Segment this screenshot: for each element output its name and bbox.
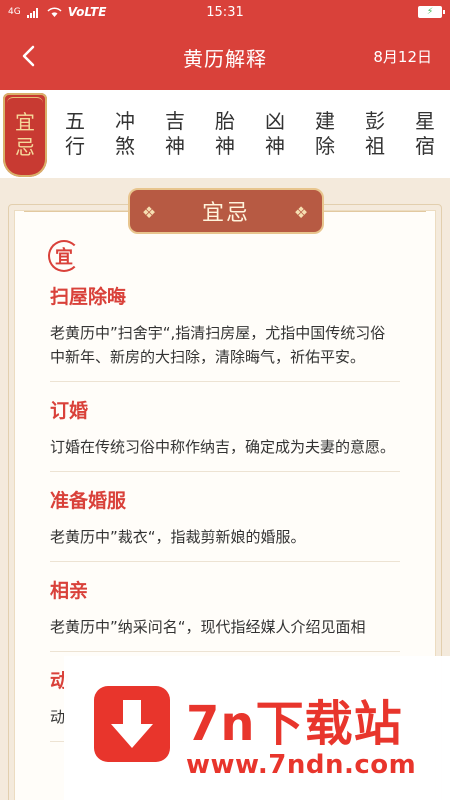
volte-label: VoLTE bbox=[67, 5, 107, 19]
tab-0[interactable]: 宜忌 bbox=[3, 93, 47, 177]
banner-line-left bbox=[24, 211, 128, 212]
chevron-left-icon bbox=[22, 45, 35, 67]
header: 黄历解释 8月12日 bbox=[0, 24, 450, 90]
ornament-icon: ❖ bbox=[141, 202, 159, 222]
watermark-logo-icon bbox=[94, 686, 170, 762]
watermark-url: www.7ndn.com bbox=[186, 750, 417, 780]
battery-icon: ⚡ bbox=[418, 6, 445, 18]
signal-icon: 4G bbox=[8, 7, 21, 17]
list-item: 准备婚服老黄历中”裁衣“，指裁剪新娘的婚服。 bbox=[50, 486, 400, 562]
tab-2[interactable]: 冲煞 bbox=[100, 90, 150, 178]
tab-char: 神 bbox=[265, 134, 285, 158]
tab-char: 除 bbox=[315, 134, 335, 158]
tab-char: 神 bbox=[165, 134, 185, 158]
signal-bars-icon bbox=[26, 7, 38, 18]
tab-7[interactable]: 彭祖 bbox=[350, 90, 400, 178]
tab-char: 宜 bbox=[15, 110, 35, 134]
entry-text: 订婚在传统习俗中称作纳吉，确定成为夫妻的意愿。 bbox=[50, 438, 396, 456]
tab-char: 彭 bbox=[365, 109, 385, 133]
tab-char: 行 bbox=[65, 134, 85, 158]
tab-char: 冲 bbox=[115, 109, 135, 133]
yi-badge: 宜 bbox=[48, 240, 80, 272]
watermark-name: 7n下载站 bbox=[186, 696, 403, 752]
tab-3[interactable]: 吉神 bbox=[150, 90, 200, 178]
list-item: 扫屋除晦老黄历中”扫舍宇“,指清扫房屋，尤指中国传统习俗中新年、新房的大扫除，清… bbox=[50, 282, 400, 382]
tab-char: 宿 bbox=[415, 134, 435, 158]
tab-char: 吉 bbox=[165, 109, 185, 133]
entry-text: 老黄历中”纳采问名“，现代指经媒人介绍见面相 bbox=[50, 618, 366, 636]
header-date[interactable]: 8月12日 bbox=[373, 46, 432, 67]
entry-title: 准备婚服 bbox=[50, 490, 127, 512]
category-tabs: 宜忌五行冲煞吉神胎神凶神建除彭祖星宿 bbox=[0, 90, 450, 178]
tab-char: 五 bbox=[65, 109, 85, 133]
tab-char: 忌 bbox=[15, 135, 35, 159]
ornament-icon: ❖ bbox=[293, 202, 311, 222]
list-item: 相亲老黄历中”纳采问名“，现代指经媒人介绍见面相 bbox=[50, 576, 400, 652]
back-button[interactable] bbox=[10, 38, 46, 74]
tab-4[interactable]: 胎神 bbox=[200, 90, 250, 178]
entry-text: 老黄历中”裁衣“，指裁剪新娘的婚服。 bbox=[50, 528, 306, 546]
tab-char: 建 bbox=[315, 109, 335, 133]
entry-title: 订婚 bbox=[50, 400, 89, 422]
entry-text: 老黄历中”扫舍宇“,指清扫房屋，尤指中国传统习俗中新年、新房的大扫除，清除晦气，… bbox=[50, 324, 386, 366]
list-item: 订婚订婚在传统习俗中称作纳吉，确定成为夫妻的意愿。 bbox=[50, 396, 400, 472]
tab-6[interactable]: 建除 bbox=[300, 90, 350, 178]
entry-title: 扫屋除晦 bbox=[50, 286, 127, 308]
tab-char: 星 bbox=[415, 109, 435, 133]
section-banner: ❖ 宜忌 ❖ bbox=[128, 188, 324, 234]
tab-5[interactable]: 凶神 bbox=[250, 90, 300, 178]
wifi-icon bbox=[47, 6, 62, 17]
tab-1[interactable]: 五行 bbox=[50, 90, 100, 178]
tab-char: 祖 bbox=[365, 134, 385, 158]
status-bar: 4G VoLTE 15:31 ⚡ bbox=[0, 0, 450, 24]
page-title: 黄历解释 bbox=[183, 46, 267, 71]
tab-char: 凶 bbox=[265, 109, 285, 133]
tab-8[interactable]: 星宿 bbox=[400, 90, 450, 178]
banner-line-right bbox=[324, 211, 426, 212]
tab-char: 胎 bbox=[215, 109, 235, 133]
section-title: 宜忌 bbox=[201, 201, 250, 226]
tab-char: 神 bbox=[215, 134, 235, 158]
entry-title: 相亲 bbox=[50, 580, 89, 602]
tab-char: 煞 bbox=[115, 134, 135, 158]
